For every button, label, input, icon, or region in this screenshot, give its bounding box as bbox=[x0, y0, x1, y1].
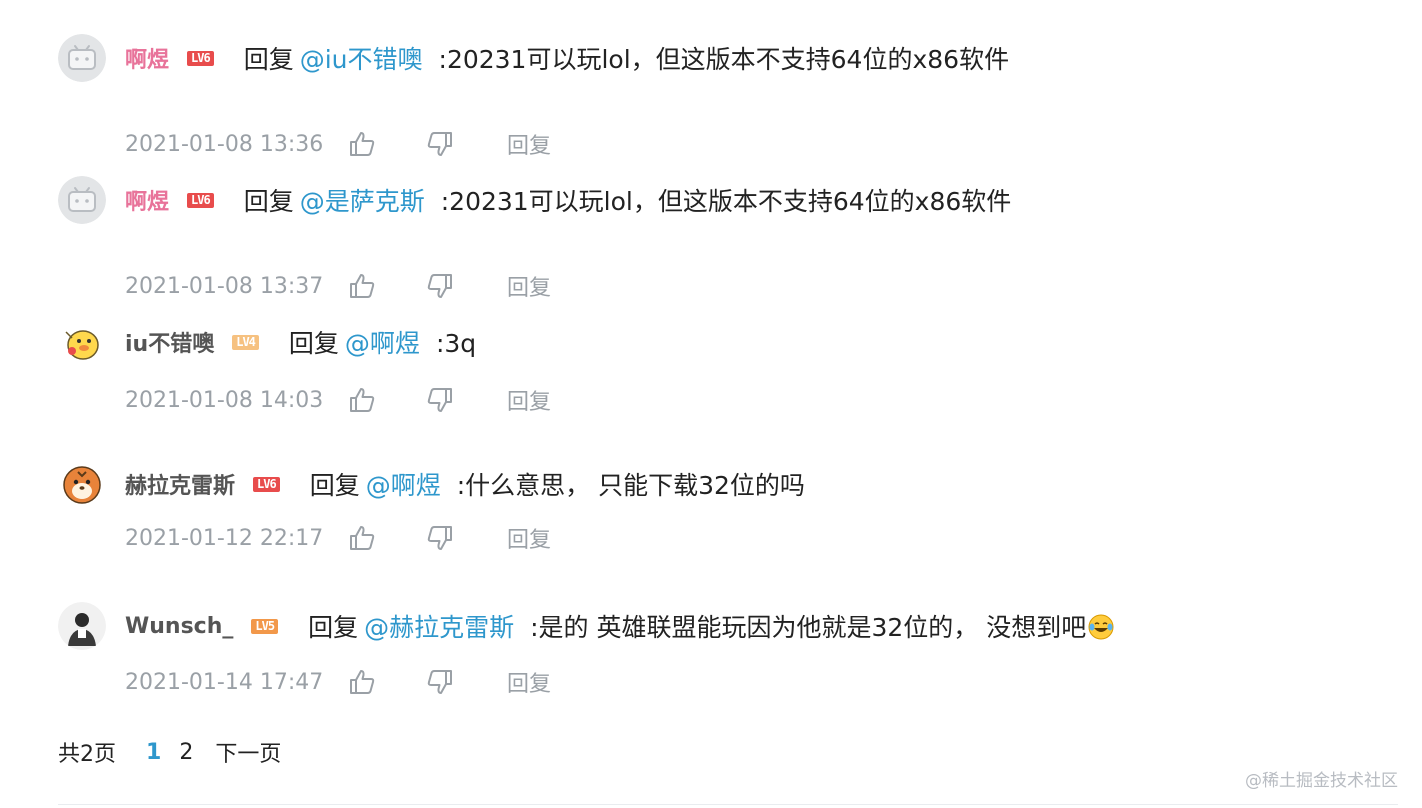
level-badge: LV6 bbox=[187, 50, 214, 66]
reply-prefix: 回复 bbox=[309, 471, 360, 500]
thumbs-up-icon bbox=[350, 526, 375, 550]
reply-button[interactable]: 回复 bbox=[507, 666, 551, 698]
mention-link[interactable]: @赫拉克雷斯 bbox=[364, 613, 514, 642]
timestamp: 2021-01-14 17:47 bbox=[125, 669, 324, 695]
person-photo-icon bbox=[58, 602, 106, 650]
comment-content: 回复 @iu不错噢 :20231可以玩lol，但这版本不支持64位的x86软件 bbox=[244, 40, 1009, 76]
watermark: @稀土掘金技术社区 bbox=[1245, 771, 1398, 791]
thumbs-up-icon bbox=[350, 670, 375, 694]
comment-item: iu不错噢 LV4 回复 @啊煜:3q 2021-01-08 14:03 回复 bbox=[0, 314, 1422, 444]
dislike-button[interactable] bbox=[425, 667, 455, 697]
page-total: 共2页 bbox=[58, 742, 116, 767]
username[interactable]: 啊煜 bbox=[125, 184, 169, 216]
level-badge: LV5 bbox=[251, 618, 279, 634]
thumbs-down-icon bbox=[427, 388, 452, 412]
avatar[interactable] bbox=[58, 460, 106, 508]
bilibili-tv-icon bbox=[58, 176, 106, 224]
yellow-duck-icon bbox=[58, 318, 106, 366]
thumbs-down-icon bbox=[427, 670, 452, 694]
avatar[interactable] bbox=[58, 34, 106, 82]
next-page-link[interactable]: 下一页 bbox=[215, 736, 281, 768]
comment-content: 回复 @是萨克斯 :20231可以玩lol，但这版本不支持64位的x86软件 bbox=[244, 182, 1012, 218]
comment-content: 回复 @啊煜 :什么意思， 只能下载32位的吗 bbox=[310, 466, 805, 502]
comment-text: :20231可以玩lol，但这版本不支持64位的x86软件 bbox=[440, 187, 1012, 216]
reply-button[interactable]: 回复 bbox=[507, 270, 551, 302]
dislike-button[interactable] bbox=[425, 523, 455, 553]
comment-text: :是的 英雄联盟能玩因为他就是32位的， 没想到吧 bbox=[530, 613, 1087, 642]
thumbs-up-icon bbox=[350, 388, 375, 412]
reply-prefix: 回复 bbox=[243, 187, 294, 216]
timestamp: 2021-01-08 14:03 bbox=[125, 387, 324, 413]
pagination: 共2页 1 2 下一页 bbox=[58, 736, 281, 768]
page-link-2[interactable]: 2 bbox=[179, 740, 193, 765]
avatar[interactable] bbox=[58, 602, 106, 650]
timestamp: 2021-01-08 13:36 bbox=[125, 131, 324, 157]
divider bbox=[58, 804, 1398, 805]
mention-link[interactable]: @是萨克斯 bbox=[300, 187, 425, 216]
timestamp: 2021-01-08 13:37 bbox=[125, 273, 324, 299]
bilibili-tv-icon bbox=[58, 34, 106, 82]
comment-item: 赫拉克雷斯 LV6 回复 @啊煜:什么意思， 只能下载32位的吗 2021-01-… bbox=[0, 456, 1422, 586]
mention-link[interactable]: @啊煜 bbox=[366, 471, 441, 500]
thumbs-down-icon bbox=[427, 274, 452, 298]
comment-content: 回复 @啊煜 :3q bbox=[289, 324, 476, 360]
comment-item: Wunsch_ LV5 回复 @赫拉克雷斯:是的 英雄联盟能玩因为他就是32位的，… bbox=[0, 598, 1422, 728]
comment-text: :3q bbox=[435, 329, 477, 358]
like-button[interactable] bbox=[347, 385, 377, 415]
dislike-button[interactable] bbox=[425, 129, 455, 159]
reply-button[interactable]: 回复 bbox=[507, 128, 551, 160]
like-button[interactable] bbox=[347, 129, 377, 159]
comment-text: :20231可以玩lol，但这版本不支持64位的x86软件 bbox=[438, 45, 1010, 74]
username[interactable]: 赫拉克雷斯 bbox=[125, 468, 235, 500]
thumbs-up-icon bbox=[350, 132, 375, 156]
dislike-button[interactable] bbox=[425, 271, 455, 301]
level-badge: LV4 bbox=[232, 334, 259, 350]
reply-button[interactable]: 回复 bbox=[507, 522, 551, 554]
level-badge: LV6 bbox=[253, 476, 280, 492]
avatar[interactable] bbox=[58, 176, 106, 224]
like-button[interactable] bbox=[347, 667, 377, 697]
comment-item: 啊煜 LV6 回复 @是萨克斯:20231可以玩lol，但这版本不支持64位的x8… bbox=[0, 172, 1422, 302]
like-button[interactable] bbox=[347, 271, 377, 301]
thumbs-up-icon bbox=[350, 274, 375, 298]
mention-link[interactable]: @iu不错噢 bbox=[300, 45, 423, 74]
tiger-icon bbox=[58, 460, 106, 508]
avatar[interactable] bbox=[58, 318, 106, 366]
comment-content: 回复 @赫拉克雷斯 :是的 英雄联盟能玩因为他就是32位的， 没想到吧 bbox=[308, 608, 1114, 644]
thumbs-down-icon bbox=[427, 132, 452, 156]
like-button[interactable] bbox=[347, 523, 377, 553]
reply-prefix: 回复 bbox=[243, 45, 294, 74]
mention-link[interactable]: @啊煜 bbox=[345, 329, 420, 358]
comment-text: :什么意思， 只能下载32位的吗 bbox=[456, 471, 805, 500]
reply-prefix: 回复 bbox=[308, 613, 359, 642]
username[interactable]: iu不错噢 bbox=[125, 326, 214, 358]
thumbs-down-icon bbox=[427, 526, 452, 550]
reply-prefix: 回复 bbox=[288, 329, 339, 358]
laughing-crying-emoji bbox=[1088, 614, 1114, 640]
comment-item: 啊煜 LV6 回复 @iu不错噢:20231可以玩lol，但这版本不支持64位的x… bbox=[0, 30, 1422, 160]
level-badge: LV6 bbox=[187, 192, 214, 208]
timestamp: 2021-01-12 22:17 bbox=[125, 525, 324, 551]
username[interactable]: Wunsch_ bbox=[125, 614, 233, 639]
reply-button[interactable]: 回复 bbox=[507, 384, 551, 416]
page-link-1[interactable]: 1 bbox=[146, 740, 161, 765]
username[interactable]: 啊煜 bbox=[125, 42, 169, 74]
dislike-button[interactable] bbox=[425, 385, 455, 415]
